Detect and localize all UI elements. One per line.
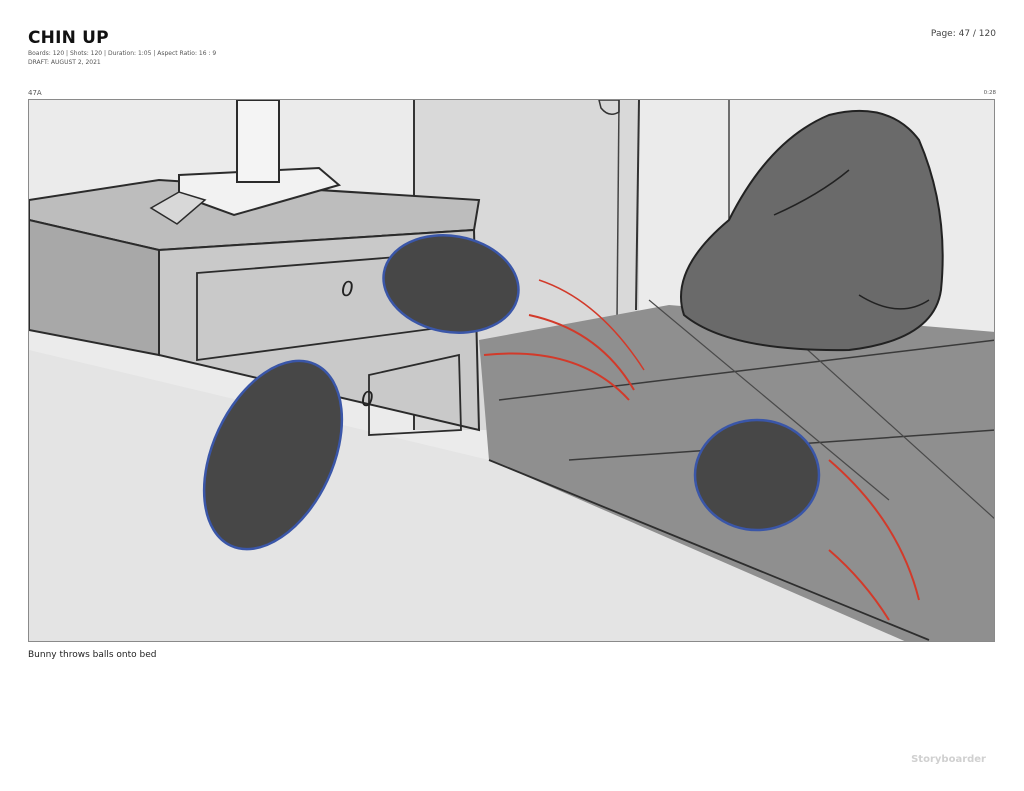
board-caption: Bunny throws balls onto bed	[28, 650, 157, 660]
board-title: CHIN UP	[28, 28, 109, 48]
lamp-post	[236, 100, 280, 183]
page-number: Page: 47 / 120	[930, 29, 996, 39]
ball-right	[693, 418, 821, 532]
board-meta: Boards: 120 | Shots: 120 | Duration: 1:0…	[28, 49, 216, 67]
shot-time: 0:28	[983, 90, 996, 96]
storyboarder-brand: Storyboarder	[911, 754, 986, 765]
sketch-image: 0 0	[29, 100, 994, 641]
drawer-knob-lower: 0	[361, 387, 374, 411]
board-stats: Boards: 120 | Shots: 120 | Duration: 1:0…	[28, 50, 217, 57]
draft-date: DRAFT: AUGUST 2, 2021	[28, 59, 101, 66]
storyboard-frame: 0 0	[28, 99, 995, 642]
shot-label: 47A	[28, 89, 42, 97]
drawer-knob-upper: 0	[341, 277, 354, 301]
